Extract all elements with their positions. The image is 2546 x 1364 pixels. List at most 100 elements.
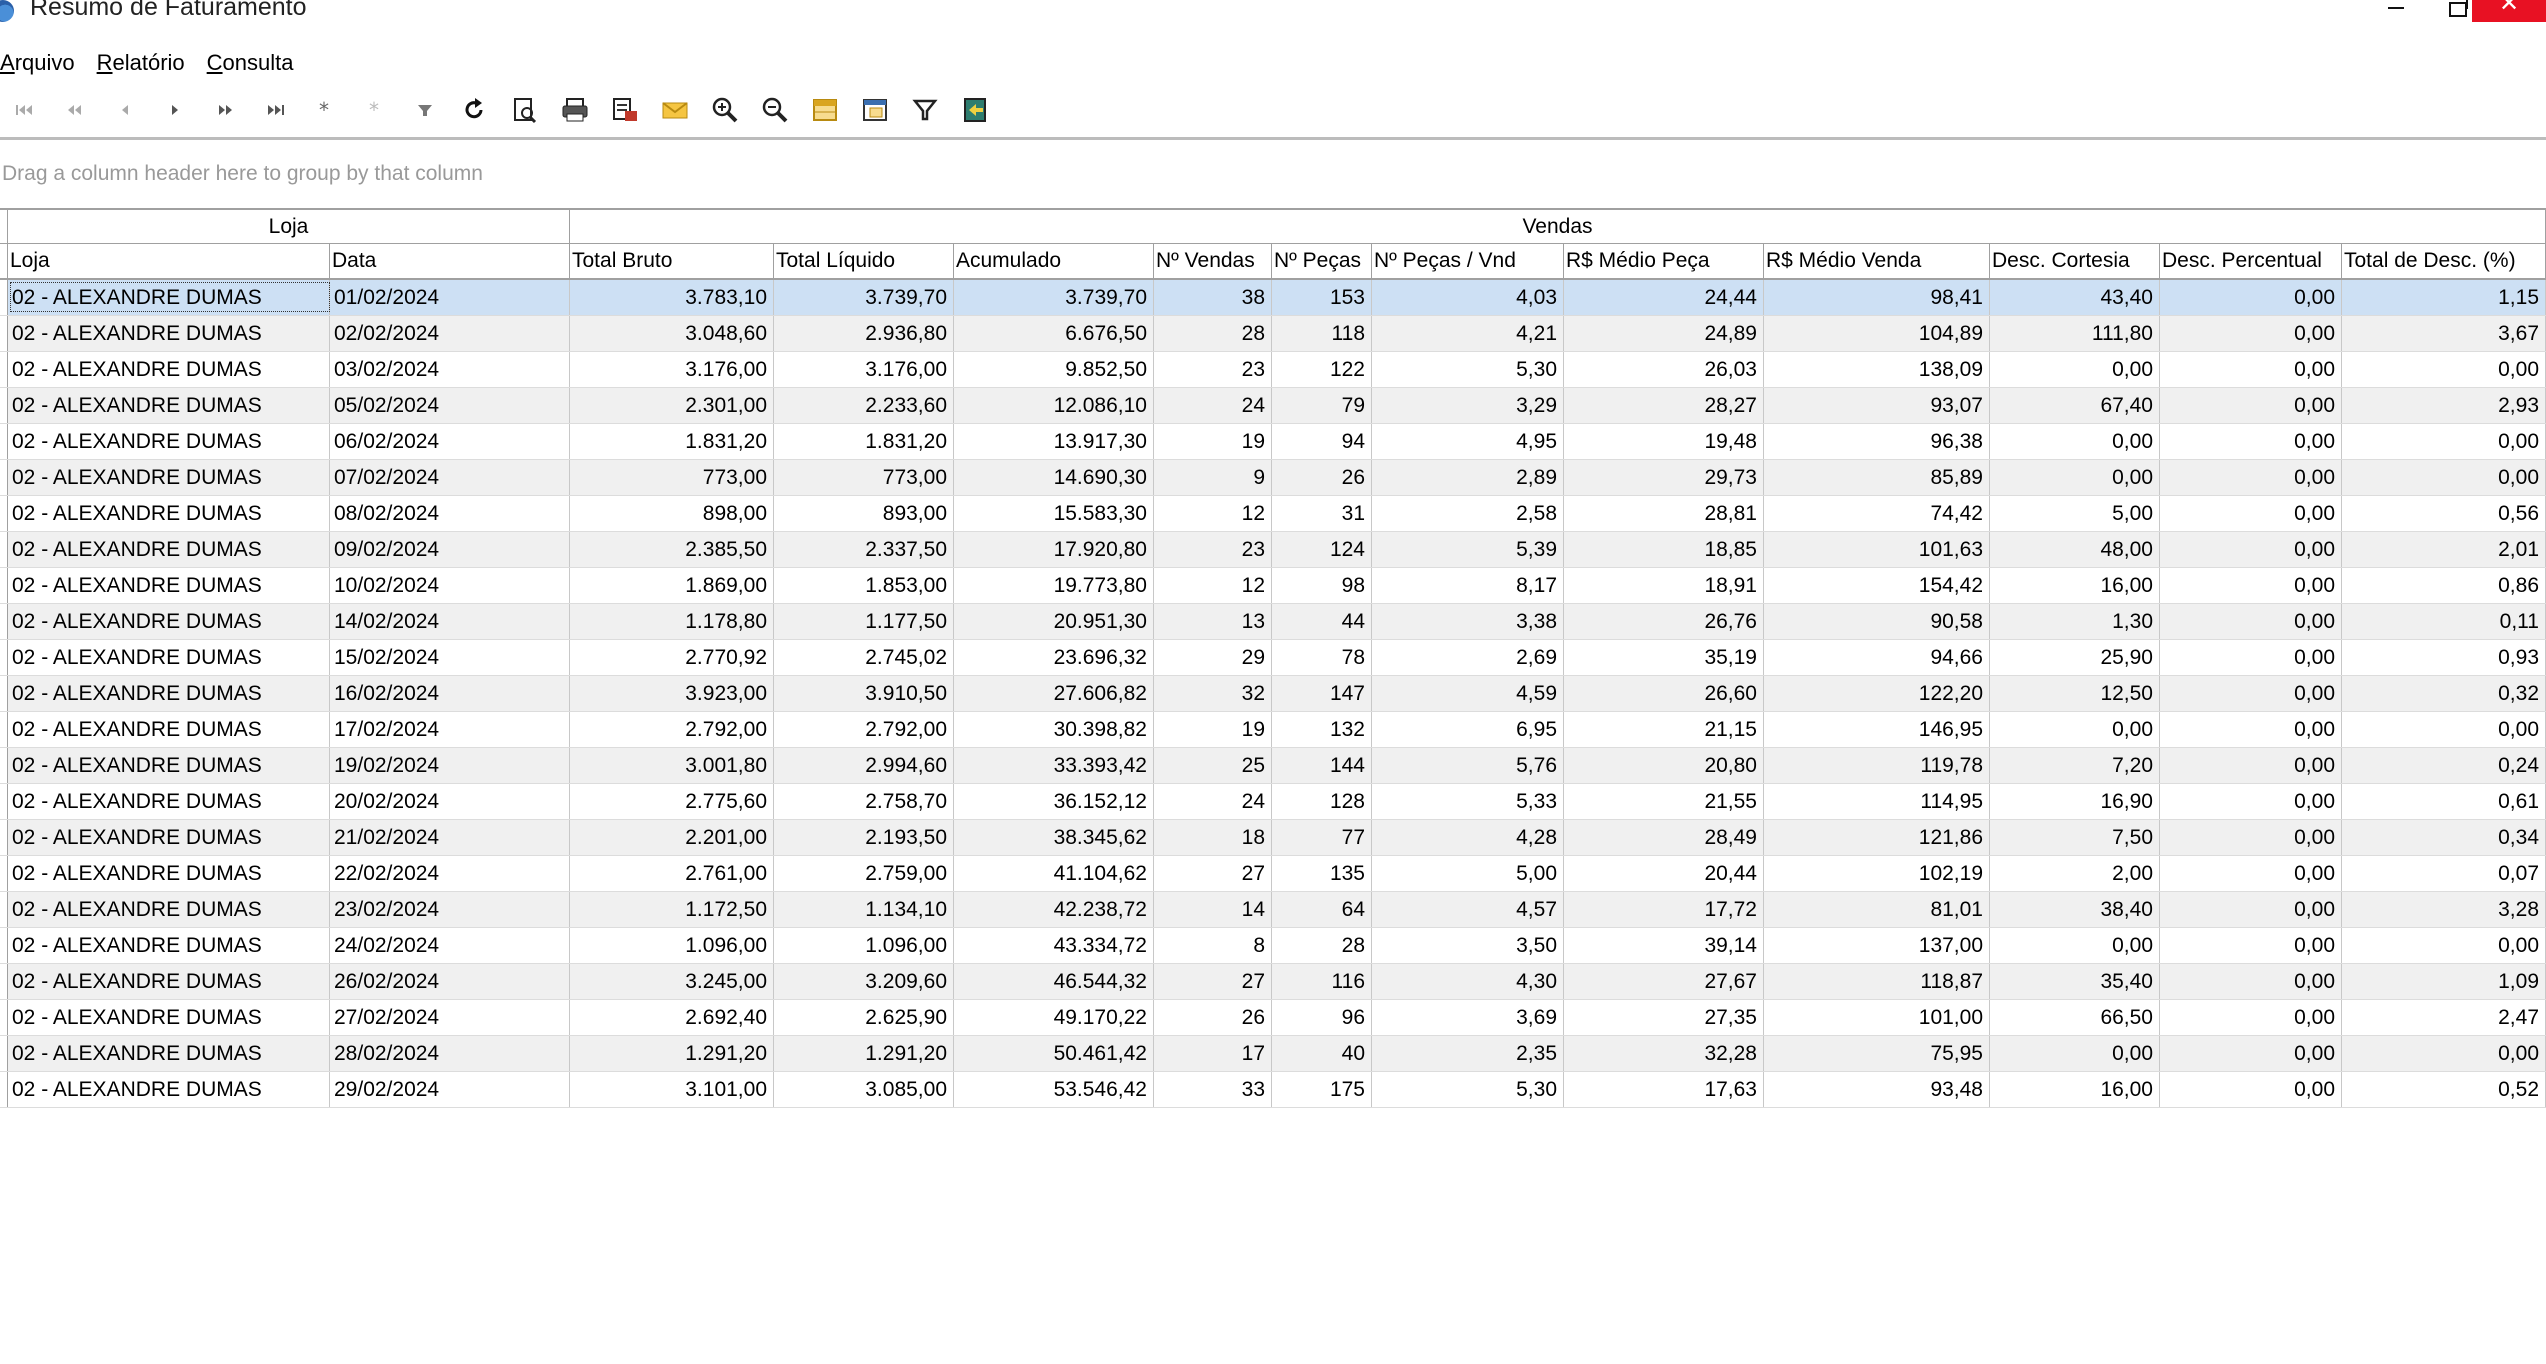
cell-medio-venda[interactable]: 101,00: [1764, 1000, 1990, 1035]
cell-medio-venda[interactable]: 101,63: [1764, 532, 1990, 567]
cell-acumulado[interactable]: 49.170,22: [954, 1000, 1154, 1035]
cell-loja[interactable]: 02 - ALEXANDRE DUMAS: [8, 388, 330, 423]
cell-num-vendas[interactable]: 13: [1154, 604, 1272, 639]
cell-medio-peca[interactable]: 26,76: [1564, 604, 1764, 639]
cell-loja[interactable]: 02 - ALEXANDRE DUMAS: [8, 460, 330, 495]
cell-acumulado[interactable]: 23.696,32: [954, 640, 1154, 675]
cell-medio-venda[interactable]: 102,19: [1764, 856, 1990, 891]
cell-num-vendas[interactable]: 27: [1154, 856, 1272, 891]
cell-pecas-por-venda[interactable]: 3,69: [1372, 1000, 1564, 1035]
cell-pecas-por-venda[interactable]: 2,35: [1372, 1036, 1564, 1071]
cell-num-vendas[interactable]: 12: [1154, 496, 1272, 531]
cell-total-desc[interactable]: 0,00: [2342, 460, 2546, 495]
table-row[interactable]: 02 - ALEXANDRE DUMAS 06/02/2024 1.831,20 1.…: [0, 424, 2546, 460]
cell-total-liquido[interactable]: 1.291,20: [774, 1036, 954, 1071]
cell-medio-peca[interactable]: 28,27: [1564, 388, 1764, 423]
cell-medio-venda[interactable]: 121,86: [1764, 820, 1990, 855]
cell-acumulado[interactable]: 43.334,72: [954, 928, 1154, 963]
cell-desc-percentual[interactable]: 0,00: [2160, 928, 2342, 963]
cell-medio-venda[interactable]: 114,95: [1764, 784, 1990, 819]
cell-desc-cortesia[interactable]: 0,00: [1990, 352, 2160, 387]
cell-num-pecas[interactable]: 116: [1272, 964, 1372, 999]
table-row[interactable]: 02 - ALEXANDRE DUMAS 20/02/2024 2.775,60 2.…: [0, 784, 2546, 820]
cell-desc-cortesia[interactable]: 12,50: [1990, 676, 2160, 711]
cell-desc-percentual[interactable]: 0,00: [2160, 496, 2342, 531]
cell-total-desc[interactable]: 0,00: [2342, 352, 2546, 387]
cell-num-pecas[interactable]: 40: [1272, 1036, 1372, 1071]
column-header-loja[interactable]: Loja: [8, 244, 330, 278]
cell-medio-venda[interactable]: 118,87: [1764, 964, 1990, 999]
cell-medio-venda[interactable]: 146,95: [1764, 712, 1990, 747]
cell-total-bruto[interactable]: 2.692,40: [570, 1000, 774, 1035]
cell-data[interactable]: 02/02/2024: [330, 316, 570, 351]
menu-relatorio[interactable]: Relatório: [97, 44, 185, 80]
cell-total-bruto[interactable]: 3.783,10: [570, 280, 774, 315]
cell-desc-percentual[interactable]: 0,00: [2160, 1072, 2342, 1107]
table-row[interactable]: 02 - ALEXANDRE DUMAS 17/02/2024 2.792,00 2.…: [0, 712, 2546, 748]
cell-total-desc[interactable]: 0,52: [2342, 1072, 2546, 1107]
cell-total-liquido[interactable]: 2.625,90: [774, 1000, 954, 1035]
cell-data[interactable]: 15/02/2024: [330, 640, 570, 675]
cell-acumulado[interactable]: 17.920,80: [954, 532, 1154, 567]
cell-num-vendas[interactable]: 38: [1154, 280, 1272, 315]
cell-num-vendas[interactable]: 17: [1154, 1036, 1272, 1071]
cell-pecas-por-venda[interactable]: 2,58: [1372, 496, 1564, 531]
print-preview-button[interactable]: [500, 88, 550, 132]
cell-num-vendas[interactable]: 9: [1154, 460, 1272, 495]
cell-desc-percentual[interactable]: 0,00: [2160, 316, 2342, 351]
cell-total-bruto[interactable]: 1.172,50: [570, 892, 774, 927]
cell-desc-percentual[interactable]: 0,00: [2160, 568, 2342, 603]
row-indicator[interactable]: [0, 676, 8, 711]
cell-desc-cortesia[interactable]: 0,00: [1990, 712, 2160, 747]
row-indicator[interactable]: [0, 604, 8, 639]
prior-record-button[interactable]: [100, 88, 150, 132]
column-header-total-desc[interactable]: Total de Desc. (%): [2342, 244, 2546, 278]
cell-num-pecas[interactable]: 28: [1272, 928, 1372, 963]
cell-total-bruto[interactable]: 3.176,00: [570, 352, 774, 387]
cell-desc-percentual[interactable]: 0,00: [2160, 676, 2342, 711]
cell-num-vendas[interactable]: 12: [1154, 568, 1272, 603]
cell-num-vendas[interactable]: 27: [1154, 964, 1272, 999]
cell-data[interactable]: 21/02/2024: [330, 820, 570, 855]
column-header-desc-cortesia[interactable]: Desc. Cortesia: [1990, 244, 2160, 278]
cell-pecas-por-venda[interactable]: 5,00: [1372, 856, 1564, 891]
cell-desc-percentual[interactable]: 0,00: [2160, 892, 2342, 927]
cell-num-vendas[interactable]: 19: [1154, 424, 1272, 459]
cell-loja[interactable]: 02 - ALEXANDRE DUMAS: [8, 280, 330, 315]
cell-total-bruto[interactable]: 3.101,00: [570, 1072, 774, 1107]
cell-total-desc[interactable]: 1,15: [2342, 280, 2546, 315]
table-row[interactable]: 02 - ALEXANDRE DUMAS 02/02/2024 3.048,60 2.…: [0, 316, 2546, 352]
cell-pecas-por-venda[interactable]: 4,03: [1372, 280, 1564, 315]
cell-medio-peca[interactable]: 21,55: [1564, 784, 1764, 819]
cell-num-vendas[interactable]: 23: [1154, 352, 1272, 387]
cell-total-desc[interactable]: 3,67: [2342, 316, 2546, 351]
cell-loja[interactable]: 02 - ALEXANDRE DUMAS: [8, 712, 330, 747]
cell-desc-cortesia[interactable]: 7,20: [1990, 748, 2160, 783]
cell-total-bruto[interactable]: 2.761,00: [570, 856, 774, 891]
cell-num-pecas[interactable]: 128: [1272, 784, 1372, 819]
cell-total-bruto[interactable]: 3.048,60: [570, 316, 774, 351]
cell-num-vendas[interactable]: 23: [1154, 532, 1272, 567]
cell-num-vendas[interactable]: 28: [1154, 316, 1272, 351]
cell-total-bruto[interactable]: 773,00: [570, 460, 774, 495]
cell-medio-peca[interactable]: 27,67: [1564, 964, 1764, 999]
cell-num-vendas[interactable]: 29: [1154, 640, 1272, 675]
cell-medio-venda[interactable]: 93,48: [1764, 1072, 1990, 1107]
post-filter-button[interactable]: [400, 88, 450, 132]
cell-loja[interactable]: 02 - ALEXANDRE DUMAS: [8, 892, 330, 927]
cell-pecas-por-venda[interactable]: 8,17: [1372, 568, 1564, 603]
cell-data[interactable]: 27/02/2024: [330, 1000, 570, 1035]
cell-medio-peca[interactable]: 35,19: [1564, 640, 1764, 675]
cell-desc-percentual[interactable]: 0,00: [2160, 1000, 2342, 1035]
cell-data[interactable]: 06/02/2024: [330, 424, 570, 459]
cell-desc-cortesia[interactable]: 25,90: [1990, 640, 2160, 675]
column-header-pecas-por-venda[interactable]: Nº Peças / Vnd: [1372, 244, 1564, 278]
cell-loja[interactable]: 02 - ALEXANDRE DUMAS: [8, 856, 330, 891]
cell-medio-venda[interactable]: 75,95: [1764, 1036, 1990, 1071]
cell-num-pecas[interactable]: 124: [1272, 532, 1372, 567]
cell-total-liquido[interactable]: 1.831,20: [774, 424, 954, 459]
table-row[interactable]: 02 - ALEXANDRE DUMAS 09/02/2024 2.385,50 2.…: [0, 532, 2546, 568]
cell-medio-peca[interactable]: 20,44: [1564, 856, 1764, 891]
cell-total-bruto[interactable]: 3.245,00: [570, 964, 774, 999]
delete-record-button[interactable]: *: [350, 88, 400, 132]
